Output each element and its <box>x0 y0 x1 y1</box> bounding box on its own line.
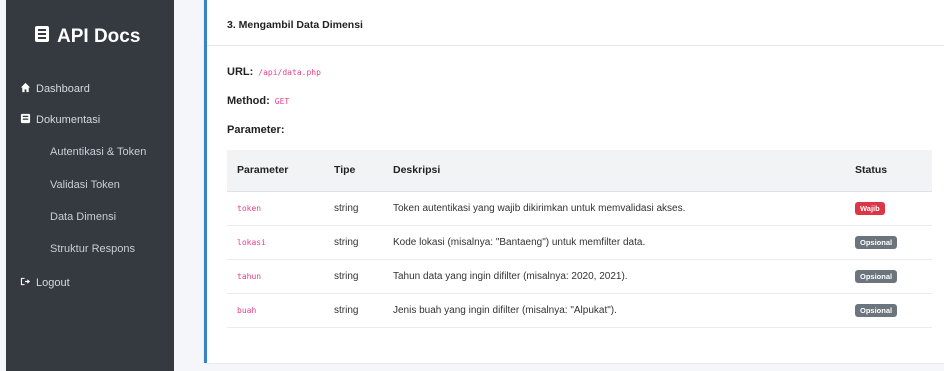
method-value: GET <box>274 97 290 106</box>
sidebar: API Docs Dashboard Dokumentasi Autentika… <box>6 0 174 371</box>
param-code: tahun <box>237 271 262 281</box>
method-row: Method: GET <box>227 95 289 107</box>
table-row: lokasi string Kode lokasi (misalnya: "Ba… <box>227 225 932 260</box>
status-badge: Opsional <box>855 303 898 317</box>
sidebar-item-dashboard[interactable]: Dashboard <box>20 82 90 96</box>
column-header-deskripsi: Deskripsi <box>383 150 845 192</box>
sidebar-item-label: Dokumentasi <box>36 114 101 126</box>
app-window: API Docs Dashboard Dokumentasi Autentika… <box>0 0 944 371</box>
param-status: Wajib <box>845 191 932 226</box>
book-icon <box>20 113 31 127</box>
table-row: buah string Jenis buah yang ingin difilt… <box>227 293 932 328</box>
param-description: Kode lokasi (misalnya: "Bantaeng") untuk… <box>383 225 845 260</box>
brand-label: API Docs <box>57 26 141 47</box>
sidebar-item-logout[interactable]: Logout <box>20 276 70 290</box>
param-description: Jenis buah yang ingin difilter (misalnya… <box>383 293 845 328</box>
section-card: 3. Mengambil Data Dimensi URL: /api/data… <box>204 0 944 363</box>
column-header-status: Status <box>845 150 932 192</box>
param-type: string <box>324 225 383 260</box>
param-type: string <box>324 259 383 294</box>
status-badge: Wajib <box>855 201 885 215</box>
status-badge: Opsional <box>855 235 898 249</box>
param-code: lokasi <box>237 237 266 247</box>
sidebar-subitem-data-dimensi[interactable]: Data Dimensi <box>50 211 116 223</box>
home-icon <box>20 82 31 96</box>
param-description: Tahun data yang ingin difilter (misalnya… <box>383 259 845 294</box>
url-row: URL: /api/data.php <box>227 66 321 78</box>
card-header: 3. Mengambil Data Dimensi <box>207 0 944 46</box>
sidebar-item-label: Dashboard <box>36 83 90 95</box>
param-status: Opsional <box>845 225 932 260</box>
param-code: token <box>237 203 262 213</box>
param-type: string <box>324 293 383 328</box>
main-content: 3. Mengambil Data Dimensi URL: /api/data… <box>190 0 944 371</box>
param-name: tahun <box>227 259 324 294</box>
sidebar-subitem-struktur-respons[interactable]: Struktur Respons <box>50 243 135 255</box>
section-title: 3. Mengambil Data Dimensi <box>227 19 363 31</box>
sidebar-subitem-autentikasi[interactable]: Autentikasi & Token <box>50 146 146 158</box>
param-name: buah <box>227 293 324 328</box>
book-icon <box>34 25 50 49</box>
parameter-table: Parameter Tipe Deskripsi Status token st… <box>227 150 932 328</box>
param-status: Opsional <box>845 293 932 328</box>
url-label: URL: <box>227 66 254 78</box>
param-status: Opsional <box>845 259 932 294</box>
sidebar-item-label: Logout <box>36 277 70 289</box>
param-description: Token autentikasi yang wajib dikirimkan … <box>383 191 845 226</box>
column-header-parameter: Parameter <box>227 150 324 192</box>
method-label: Method: <box>227 95 270 107</box>
status-badge: Opsional <box>855 269 898 283</box>
param-code: buah <box>237 305 257 315</box>
logout-icon <box>20 276 31 290</box>
sidebar-subitem-validasi[interactable]: Validasi Token <box>50 179 120 191</box>
table-header-row: Parameter Tipe Deskripsi Status <box>227 150 932 192</box>
parameter-heading: Parameter: <box>227 124 284 136</box>
sidebar-brand[interactable]: API Docs <box>34 22 140 52</box>
sidebar-item-dokumentasi[interactable]: Dokumentasi <box>20 113 100 127</box>
url-value: /api/data.php <box>258 68 321 77</box>
param-type: string <box>324 191 383 226</box>
table-row: token string Token autentikasi yang waji… <box>227 191 932 226</box>
param-name: token <box>227 191 324 226</box>
parameter-label: Parameter: <box>227 124 285 136</box>
column-header-tipe: Tipe <box>324 150 383 192</box>
table-row: tahun string Tahun data yang ingin difil… <box>227 259 932 294</box>
param-name: lokasi <box>227 225 324 260</box>
